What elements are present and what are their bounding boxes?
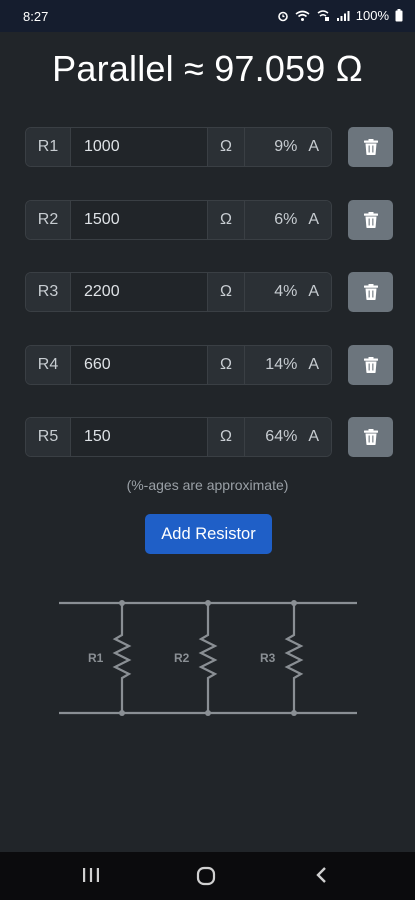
resistor-row: R3 2200 Ω 4% A — [25, 272, 393, 312]
system-icons: 100% — [277, 8, 403, 23]
circuit-diagram: R1 R2 R3 — [59, 600, 357, 716]
alarm-icon — [277, 11, 288, 21]
amp-unit: A — [308, 428, 319, 445]
resistor-input-group: R5 150 Ω 64% A — [25, 417, 332, 457]
trash-icon — [363, 429, 378, 445]
navigation-bar — [0, 852, 415, 900]
current-percent: 9% A — [245, 128, 331, 166]
battery-icon — [395, 9, 403, 22]
junction-dot — [205, 710, 211, 716]
approximate-note: (%-ages are approximate) — [126, 477, 289, 493]
resistor-row: R4 660 Ω 14% A — [25, 345, 393, 385]
junction-dot — [119, 710, 125, 716]
battery-percent: 100% — [355, 8, 389, 23]
resistor-r3-symbol — [284, 603, 304, 713]
resistor-input-group: R2 1500 Ω 6% A — [25, 200, 332, 240]
diagram-label-r1: R1 — [88, 651, 104, 665]
back-icon[interactable] — [314, 866, 328, 884]
ohm-unit: Ω — [208, 201, 245, 239]
resistor-label: R2 — [26, 201, 71, 239]
ohm-unit: Ω — [208, 418, 245, 456]
trash-icon — [363, 284, 378, 300]
amp-unit: A — [308, 356, 319, 373]
junction-dot — [205, 600, 211, 606]
trash-icon — [363, 357, 378, 373]
resistance-input[interactable]: 660 — [71, 346, 208, 384]
resistor-label: R4 — [26, 346, 71, 384]
resistor-input-group: R3 2200 Ω 4% A — [25, 272, 332, 312]
resistor-row: R2 1500 Ω 6% A — [25, 200, 393, 240]
delete-resistor-button[interactable] — [348, 272, 393, 312]
diagram-label-r2: R2 — [174, 651, 190, 665]
wifi-icon — [295, 10, 310, 21]
resistor-label: R1 — [26, 128, 71, 166]
resistance-input[interactable]: 2200 — [71, 273, 208, 311]
current-percent: 64% A — [245, 418, 331, 456]
amp-unit: A — [308, 211, 319, 228]
resistance-input[interactable]: 1500 — [71, 201, 208, 239]
junction-dot — [119, 600, 125, 606]
resistor-input-group: R4 660 Ω 14% A — [25, 345, 332, 385]
amp-unit: A — [308, 138, 319, 155]
wifi-calling-icon — [317, 9, 329, 21]
resistor-row: R1 1000 Ω 9% A — [25, 127, 393, 167]
resistance-input[interactable]: 150 — [71, 418, 208, 456]
percent-value: 14% — [265, 356, 298, 373]
resistor-label: R3 — [26, 273, 71, 311]
current-percent: 4% A — [245, 273, 331, 311]
ohm-unit: Ω — [208, 346, 245, 384]
recent-apps-icon[interactable] — [82, 866, 100, 884]
ohm-unit: Ω — [208, 273, 245, 311]
trash-icon — [363, 212, 378, 228]
diagram-label-r3: R3 — [260, 651, 276, 665]
status-bar: 8:27 100% — [0, 0, 415, 32]
percent-value: 6% — [274, 211, 298, 228]
delete-resistor-button[interactable] — [348, 200, 393, 240]
resistor-label: R5 — [26, 418, 71, 456]
percent-value: 64% — [265, 428, 298, 445]
junction-dot — [291, 710, 297, 716]
parallel-result-title: Parallel ≈ 97.059 Ω — [52, 48, 363, 89]
delete-resistor-button[interactable] — [348, 417, 393, 457]
resistance-input[interactable]: 1000 — [71, 128, 208, 166]
resistor-row: R5 150 Ω 64% A — [25, 417, 393, 457]
current-percent: 14% A — [245, 346, 331, 384]
status-time: 8:27 — [23, 9, 49, 24]
current-percent: 6% A — [245, 201, 331, 239]
trash-icon — [363, 139, 378, 155]
signal-icon — [336, 10, 350, 21]
add-resistor-button[interactable]: Add Resistor — [145, 514, 272, 554]
resistor-r2-symbol — [198, 603, 218, 713]
home-icon[interactable] — [196, 866, 216, 886]
delete-resistor-button[interactable] — [348, 345, 393, 385]
junction-dot — [291, 600, 297, 606]
resistor-r1-symbol — [112, 603, 132, 713]
percent-value: 9% — [274, 138, 298, 155]
delete-resistor-button[interactable] — [348, 127, 393, 167]
ohm-unit: Ω — [208, 128, 245, 166]
resistor-input-group: R1 1000 Ω 9% A — [25, 127, 332, 167]
amp-unit: A — [308, 283, 319, 300]
percent-value: 4% — [274, 283, 298, 300]
